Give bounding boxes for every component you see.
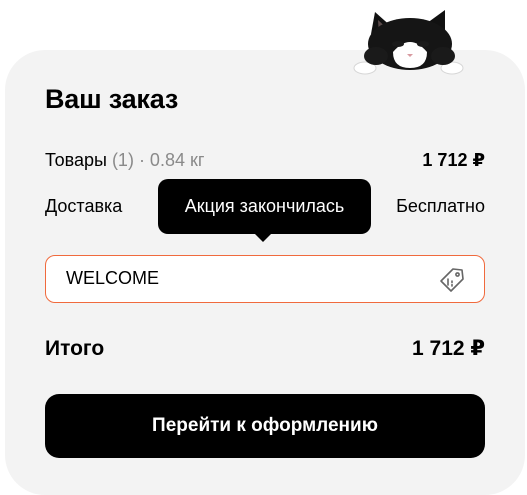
total-amount: 1 712 ₽ <box>412 337 485 360</box>
goods-label: Товары <box>45 150 107 170</box>
total-row: Итого 1 712 ₽ <box>45 336 485 361</box>
tooltip-text: Акция закончилась <box>184 196 345 216</box>
order-title: Ваш заказ <box>45 84 179 114</box>
goods-meta: (1) · 0.84 кг <box>111 150 205 170</box>
goods-amount: 1 712 ₽ <box>422 150 485 170</box>
goods-label-group: Товары (1) · 0.84 кг <box>45 150 204 171</box>
goods-row: Товары (1) · 0.84 кг 1 712 ₽ <box>45 150 485 171</box>
cat-mascot-icon <box>353 10 464 75</box>
tooltip-arrow <box>254 233 272 242</box>
checkout-button[interactable]: Перейти к оформлению <box>45 394 485 458</box>
tag-icon[interactable] <box>438 266 466 294</box>
total-label: Итого <box>45 336 105 360</box>
promo-expired-tooltip: Акция закончилась <box>158 179 371 234</box>
delivery-value: Бесплатно <box>396 196 485 216</box>
delivery-label: Доставка <box>45 196 123 216</box>
promo-code-field[interactable] <box>45 255 485 303</box>
promo-code-input[interactable] <box>66 256 426 301</box>
